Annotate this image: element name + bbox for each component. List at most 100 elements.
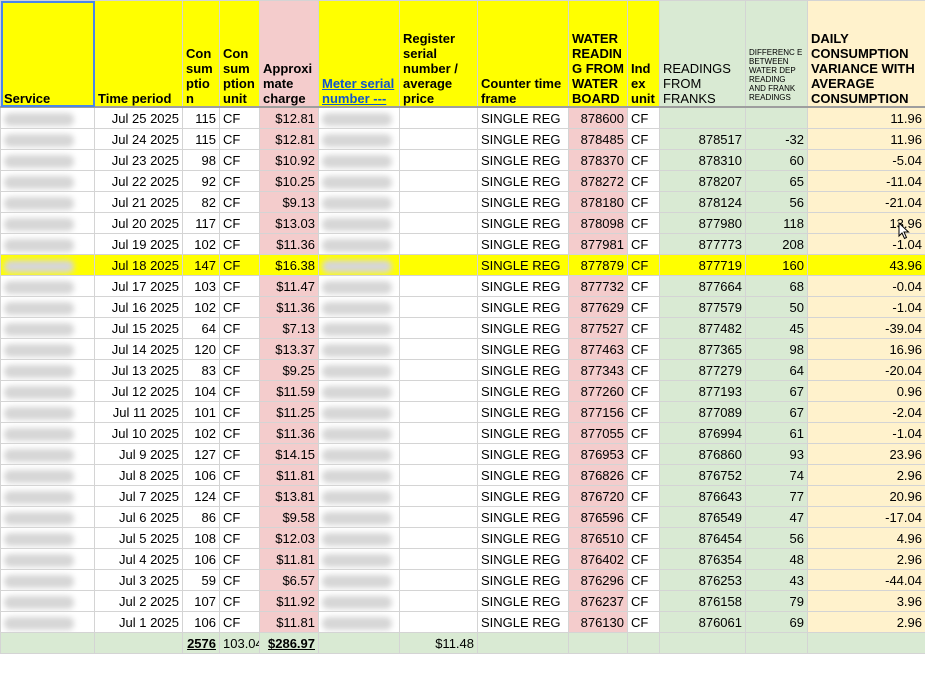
index-unit-cell[interactable]: CF	[627, 254, 660, 276]
counter-frame-cell[interactable]: SINGLE REG	[477, 527, 569, 549]
variance-cell[interactable]: 2.96	[807, 464, 925, 486]
counter-frame-cell[interactable]: SINGLE REG	[477, 233, 569, 255]
index-unit-cell[interactable]: CF	[627, 401, 660, 423]
consumption-cell[interactable]: 83	[182, 359, 220, 381]
service-cell[interactable]	[0, 485, 95, 507]
franks-reading-cell[interactable]: 877482	[659, 317, 746, 339]
register-serial-cell[interactable]	[399, 296, 478, 318]
franks-reading-cell[interactable]: 877089	[659, 401, 746, 423]
unit-cell[interactable]: CF	[219, 401, 260, 423]
franks-reading-cell[interactable]: 876860	[659, 443, 746, 465]
counter-frame-cell[interactable]: SINGLE REG	[477, 464, 569, 486]
service-cell[interactable]	[0, 569, 95, 591]
charge-cell[interactable]: $11.81	[259, 548, 319, 570]
consumption-cell[interactable]: 115	[182, 128, 220, 150]
header-time-period[interactable]: Time period	[94, 0, 183, 108]
service-cell[interactable]	[0, 275, 95, 297]
consumption-cell[interactable]: 102	[182, 422, 220, 444]
service-cell[interactable]	[0, 359, 95, 381]
franks-reading-cell[interactable]: 878517	[659, 128, 746, 150]
consumption-cell[interactable]: 120	[182, 338, 220, 360]
difference-cell[interactable]: 56	[745, 191, 808, 213]
date-cell[interactable]: Jul 1 2025	[94, 611, 183, 633]
franks-reading-cell[interactable]: 876158	[659, 590, 746, 612]
service-cell[interactable]	[0, 317, 95, 339]
charge-cell[interactable]: $10.92	[259, 149, 319, 171]
date-cell[interactable]: Jul 9 2025	[94, 443, 183, 465]
water-reading-cell[interactable]: 876596	[568, 506, 628, 528]
variance-cell[interactable]: -2.04	[807, 401, 925, 423]
date-cell[interactable]: Jul 4 2025	[94, 548, 183, 570]
variance-cell[interactable]: 23.96	[807, 443, 925, 465]
unit-cell[interactable]: CF	[219, 233, 260, 255]
meter-serial-cell[interactable]	[318, 233, 400, 255]
water-reading-cell[interactable]: 876510	[568, 527, 628, 549]
counter-frame-cell[interactable]: SINGLE REG	[477, 106, 569, 129]
consumption-cell[interactable]: 103	[182, 275, 220, 297]
unit-cell[interactable]: CF	[219, 422, 260, 444]
unit-cell[interactable]: CF	[219, 212, 260, 234]
franks-reading-cell[interactable]: 878207	[659, 170, 746, 192]
water-reading-cell[interactable]: 876953	[568, 443, 628, 465]
water-reading-cell[interactable]: 878272	[568, 170, 628, 192]
franks-reading-cell[interactable]: 876454	[659, 527, 746, 549]
counter-frame-cell[interactable]: SINGLE REG	[477, 485, 569, 507]
counter-frame-cell[interactable]: SINGLE REG	[477, 275, 569, 297]
franks-reading-cell[interactable]: 876354	[659, 548, 746, 570]
difference-cell[interactable]: 65	[745, 170, 808, 192]
consumption-cell[interactable]: 117	[182, 212, 220, 234]
difference-cell[interactable]: 79	[745, 590, 808, 612]
difference-cell[interactable]: 74	[745, 464, 808, 486]
water-reading-cell[interactable]: 876237	[568, 590, 628, 612]
unit-cell[interactable]: CF	[219, 296, 260, 318]
service-cell[interactable]	[0, 548, 95, 570]
service-cell[interactable]	[0, 611, 95, 633]
meter-serial-cell[interactable]	[318, 191, 400, 213]
franks-reading-cell[interactable]: 877279	[659, 359, 746, 381]
difference-cell[interactable]: 60	[745, 149, 808, 171]
meter-serial-cell[interactable]	[318, 506, 400, 528]
water-reading-cell[interactable]: 876402	[568, 548, 628, 570]
unit-cell[interactable]: CF	[219, 485, 260, 507]
water-reading-cell[interactable]: 876130	[568, 611, 628, 633]
consumption-cell[interactable]: 106	[182, 548, 220, 570]
unit-cell[interactable]: CF	[219, 149, 260, 171]
consumption-cell[interactable]: 82	[182, 191, 220, 213]
variance-cell[interactable]: 4.96	[807, 527, 925, 549]
index-unit-cell[interactable]: CF	[627, 296, 660, 318]
charge-cell[interactable]: $9.58	[259, 506, 319, 528]
variance-cell[interactable]: 11.96	[807, 106, 925, 129]
counter-frame-cell[interactable]: SINGLE REG	[477, 569, 569, 591]
register-serial-cell[interactable]	[399, 527, 478, 549]
charge-cell[interactable]: $7.13	[259, 317, 319, 339]
unit-cell[interactable]: CF	[219, 569, 260, 591]
header-daily-variance[interactable]: DAILY CONSUMPTION VARIANCE WITH AVERAGE …	[807, 0, 925, 108]
service-cell[interactable]	[0, 128, 95, 150]
variance-cell[interactable]: -5.04	[807, 149, 925, 171]
water-reading-cell[interactable]: 877879	[568, 254, 628, 276]
totals-blank[interactable]	[807, 632, 925, 654]
register-serial-cell[interactable]	[399, 254, 478, 276]
consumption-cell[interactable]: 115	[182, 106, 220, 129]
franks-reading-cell[interactable]: 878310	[659, 149, 746, 171]
counter-frame-cell[interactable]: SINGLE REG	[477, 191, 569, 213]
franks-reading-cell[interactable]: 877719	[659, 254, 746, 276]
consumption-cell[interactable]: 92	[182, 170, 220, 192]
meter-serial-cell[interactable]	[318, 275, 400, 297]
index-unit-cell[interactable]: CF	[627, 422, 660, 444]
register-serial-cell[interactable]	[399, 317, 478, 339]
consumption-cell[interactable]: 64	[182, 317, 220, 339]
consumption-cell[interactable]: 127	[182, 443, 220, 465]
service-cell[interactable]	[0, 170, 95, 192]
index-unit-cell[interactable]: CF	[627, 170, 660, 192]
total-consumption[interactable]: 2576	[182, 632, 220, 654]
counter-frame-cell[interactable]: SINGLE REG	[477, 590, 569, 612]
register-serial-cell[interactable]	[399, 611, 478, 633]
charge-cell[interactable]: $11.92	[259, 590, 319, 612]
charge-cell[interactable]: $11.81	[259, 464, 319, 486]
counter-frame-cell[interactable]: SINGLE REG	[477, 317, 569, 339]
consumption-cell[interactable]: 108	[182, 527, 220, 549]
meter-serial-cell[interactable]	[318, 611, 400, 633]
date-cell[interactable]: Jul 15 2025	[94, 317, 183, 339]
franks-reading-cell[interactable]: 877664	[659, 275, 746, 297]
